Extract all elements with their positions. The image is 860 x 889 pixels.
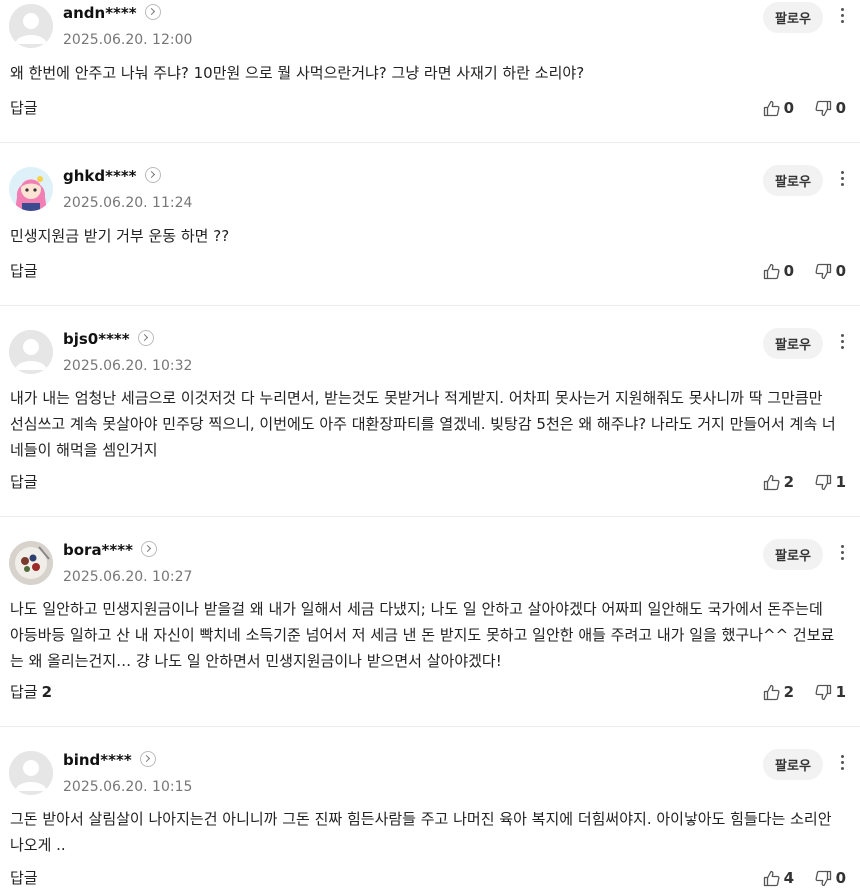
comment-date: 2025.06.20. 11:24 xyxy=(63,195,193,211)
default-avatar[interactable] xyxy=(9,330,53,374)
reply-button[interactable]: 답글 xyxy=(10,98,42,118)
follow-button[interactable]: 팔로우 xyxy=(763,2,823,33)
comment-text: 그돈 받아서 살림살이 나아지는건 아니니까 그돈 진짜 힘든사람들 주고 나머… xyxy=(10,810,832,854)
more-options-icon[interactable] xyxy=(838,168,846,190)
thumbs-down-icon xyxy=(815,100,831,116)
chevron-right-icon[interactable] xyxy=(144,4,161,20)
follow-button[interactable]: 팔로우 xyxy=(763,539,823,570)
reply-count: 2 xyxy=(41,683,53,701)
reply-label[interactable]: 답글 xyxy=(10,473,38,491)
like-count: 2 xyxy=(783,683,794,701)
thumbs-up-icon xyxy=(763,474,780,490)
comment-date: 2025.06.20. 10:32 xyxy=(63,358,193,374)
like-button[interactable]: 2 xyxy=(763,472,794,492)
comment-text: 나도 일안하고 민생지원금이나 받을걸 왜 내가 일해서 세금 다냈지; 나도 … xyxy=(10,600,835,670)
dislike-count: 1 xyxy=(835,473,846,491)
dislike-count: 1 xyxy=(835,683,846,701)
reply-button[interactable]: 답글 xyxy=(10,868,42,888)
dislike-button[interactable]: 1 xyxy=(815,682,846,702)
more-options-icon[interactable] xyxy=(838,5,846,27)
follow-button[interactable]: 팔로우 xyxy=(763,165,823,196)
comment-item: ghkd**** 2025.06.20. 11:24 팔로우 민생지원금 받기 … xyxy=(0,143,860,306)
thumbs-up-icon xyxy=(763,100,780,116)
more-options-icon[interactable] xyxy=(838,752,846,774)
photo-avatar[interactable] xyxy=(9,541,53,585)
like-button[interactable]: 2 xyxy=(763,682,794,702)
dislike-count: 0 xyxy=(835,99,846,117)
comment-item: andn**** 2025.06.20. 12:00 팔로우 왜 한번에 안주고… xyxy=(0,0,860,143)
chevron-right-icon[interactable] xyxy=(144,167,161,183)
like-count: 0 xyxy=(783,99,794,117)
username-text[interactable]: ghkd**** xyxy=(63,167,137,185)
dislike-button[interactable]: 1 xyxy=(815,472,846,492)
more-options-icon[interactable] xyxy=(838,331,846,353)
thumbs-up-icon xyxy=(763,684,780,700)
follow-button[interactable]: 팔로우 xyxy=(763,749,823,780)
reply-button[interactable]: 답글 2 xyxy=(10,682,52,702)
chevron-right-icon[interactable] xyxy=(140,541,157,557)
comment-item: bjs0**** 2025.06.20. 10:32 팔로우 내가 내는 엄청난… xyxy=(0,306,860,517)
thumbs-down-icon xyxy=(815,684,831,700)
reply-label[interactable]: 답글 xyxy=(10,262,38,280)
thumbs-down-icon xyxy=(815,263,831,279)
username[interactable]: bjs0**** xyxy=(63,329,154,349)
username-text[interactable]: bind**** xyxy=(63,751,132,769)
reply-label[interactable]: 답글 xyxy=(10,683,38,701)
comment-text: 왜 한번에 안주고 나눠 주냐? 10만원 으로 뭘 사먹으란거냐? 그냥 라면… xyxy=(10,64,585,82)
username[interactable]: andn**** xyxy=(63,3,161,23)
default-avatar[interactable] xyxy=(9,4,53,48)
comment-date: 2025.06.20. 12:00 xyxy=(63,32,193,48)
username-text[interactable]: bjs0**** xyxy=(63,330,130,348)
more-options-icon[interactable] xyxy=(838,542,846,564)
dislike-button[interactable]: 0 xyxy=(815,261,846,281)
username[interactable]: bora**** xyxy=(63,540,157,560)
thumbs-up-icon xyxy=(763,870,780,886)
thumbs-up-icon xyxy=(763,263,780,279)
like-button[interactable]: 0 xyxy=(763,261,794,281)
chevron-right-icon[interactable] xyxy=(137,330,154,346)
thumbs-down-icon xyxy=(815,870,831,886)
follow-button[interactable]: 팔로우 xyxy=(763,328,823,359)
reply-button[interactable]: 답글 xyxy=(10,261,42,281)
comment-text: 민생지원금 받기 거부 운동 하면 ?? xyxy=(10,227,230,245)
comment-item: bora**** 2025.06.20. 10:27 팔로우 나도 일안하고 민… xyxy=(0,517,860,727)
like-count: 4 xyxy=(783,869,794,887)
like-button[interactable]: 4 xyxy=(763,868,794,888)
username-text[interactable]: andn**** xyxy=(63,4,137,22)
like-count: 2 xyxy=(783,473,794,491)
username[interactable]: ghkd**** xyxy=(63,166,161,186)
comment-item: bind**** 2025.06.20. 10:15 팔로우 그돈 받아서 살림… xyxy=(0,727,860,889)
like-count: 0 xyxy=(783,262,794,280)
comment-date: 2025.06.20. 10:15 xyxy=(63,779,193,795)
comment-text: 내가 내는 엄청난 세금으로 이것저것 다 누리면서, 받는것도 못받거나 적게… xyxy=(10,389,836,459)
reply-label[interactable]: 답글 xyxy=(10,99,38,117)
character-avatar[interactable] xyxy=(9,167,53,211)
like-button[interactable]: 0 xyxy=(763,98,794,118)
dislike-button[interactable]: 0 xyxy=(815,98,846,118)
username[interactable]: bind**** xyxy=(63,750,156,770)
dislike-count: 0 xyxy=(835,869,846,887)
thumbs-down-icon xyxy=(815,474,831,490)
comment-date: 2025.06.20. 10:27 xyxy=(63,569,193,585)
reply-button[interactable]: 답글 xyxy=(10,472,42,492)
username-text[interactable]: bora**** xyxy=(63,541,133,559)
reply-label[interactable]: 답글 xyxy=(10,869,38,887)
default-avatar[interactable] xyxy=(9,751,53,795)
chevron-right-icon[interactable] xyxy=(139,751,156,767)
dislike-count: 0 xyxy=(835,262,846,280)
dislike-button[interactable]: 0 xyxy=(815,868,846,888)
